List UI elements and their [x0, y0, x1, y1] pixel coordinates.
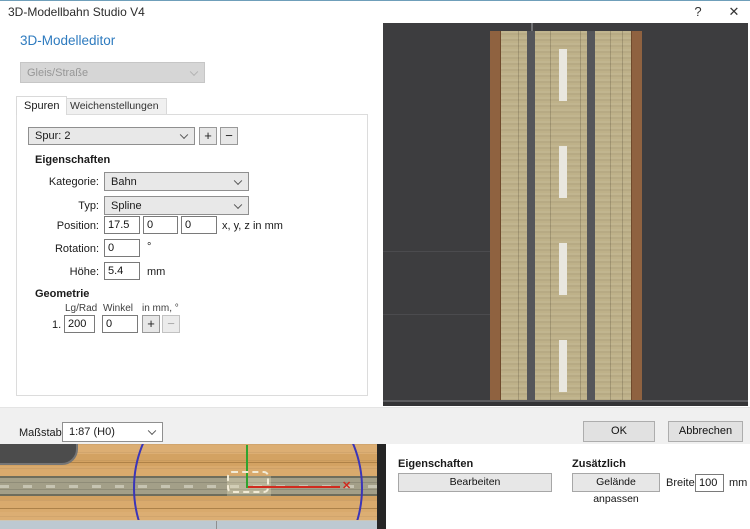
- road-texture-line: [518, 31, 519, 401]
- dark-object: [0, 444, 78, 465]
- preview-ground-line: [383, 400, 748, 402]
- zusaetzlich-heading: Zusätzlich: [572, 458, 626, 470]
- add-spur-button[interactable]: +: [199, 127, 217, 145]
- geometry-col-winkel: Winkel: [103, 303, 134, 314]
- chevron-down-icon: [233, 176, 243, 185]
- geometry-winkel-field[interactable]: [102, 315, 138, 333]
- preview-grid-line: [383, 314, 490, 315]
- hoehe-unit-label: mm: [147, 266, 166, 278]
- tab-weichenstellungen[interactable]: Weichenstellungen: [62, 98, 167, 114]
- remove-geometry-button: −: [162, 315, 180, 333]
- hoehe-field[interactable]: [104, 262, 140, 280]
- object-type-select: Gleis/Straße: [20, 62, 205, 83]
- layout-3d-scene[interactable]: ✕: [0, 444, 377, 529]
- breite-label: Breite:: [666, 477, 698, 489]
- chevron-down-icon: [233, 200, 243, 209]
- rotation-field[interactable]: [104, 239, 140, 257]
- geometry-row-index: 1.: [52, 319, 62, 331]
- model-preview-viewport[interactable]: [383, 23, 748, 406]
- road-groove: [527, 31, 535, 401]
- kategorie-value: Bahn: [111, 175, 137, 188]
- title-bar: 3D-Modellbahn Studio V4 ? ✕: [0, 1, 750, 23]
- viewport-edge: [377, 444, 386, 529]
- geometry-heading: Geometrie: [35, 288, 90, 300]
- window-title: 3D-Modellbahn Studio V4: [8, 5, 145, 19]
- road-texture-line: [622, 31, 623, 401]
- chevron-down-icon: [189, 67, 199, 76]
- ok-button[interactable]: OK: [583, 421, 655, 442]
- typ-select[interactable]: Spline: [104, 196, 249, 215]
- cancel-button[interactable]: Abbrechen: [668, 421, 743, 442]
- kategorie-select[interactable]: Bahn: [104, 172, 249, 191]
- gelaende-anpassen-button[interactable]: Gelände anpassen: [572, 473, 660, 505]
- spur-select-value: Spur: 2: [35, 130, 71, 142]
- massstab-select[interactable]: 1:87 (H0): [62, 422, 163, 442]
- road-model: [490, 31, 642, 401]
- massstab-label: Maßstab:: [19, 427, 65, 439]
- bottom-properties-panel: Eigenschaften Bearbeiten Zusätzlich Gelä…: [386, 444, 750, 529]
- remove-spur-button[interactable]: −: [220, 127, 238, 145]
- spur-select[interactable]: Spur: 2: [28, 127, 195, 145]
- position-x-field[interactable]: [104, 216, 140, 234]
- strip-divider-line: [216, 521, 217, 529]
- breite-unit-label: mm: [729, 477, 748, 489]
- road-texture-line: [610, 31, 611, 401]
- page-title: 3D-Modelleditor: [20, 33, 116, 48]
- chevron-down-icon: [147, 426, 157, 436]
- selection-brackets: [227, 471, 269, 493]
- baseboard-edge-strip: [0, 520, 377, 529]
- breite-field[interactable]: [695, 474, 724, 492]
- kategorie-label: Kategorie:: [48, 176, 99, 188]
- close-icon[interactable]: ✕: [720, 2, 748, 22]
- typ-value: Spline: [111, 199, 142, 212]
- preview-ground-edge: [383, 402, 748, 406]
- modeleditor-dialog: 3D-Modellbahn Studio V4 ? ✕ 3D-Modelledi…: [0, 0, 750, 529]
- position-z-field[interactable]: [181, 216, 217, 234]
- x-axis-marker-icon[interactable]: ✕: [342, 479, 351, 492]
- tab-spuren[interactable]: Spuren: [16, 96, 68, 115]
- rotation-unit-label: °: [147, 241, 152, 253]
- road-texture-line: [550, 31, 551, 401]
- road-texture-line: [580, 31, 581, 401]
- road-center-line: [559, 31, 567, 401]
- position-unit-label: x, y, z in mm: [222, 220, 283, 232]
- object-type-value: Gleis/Straße: [27, 66, 89, 79]
- eigenschaften-heading: Eigenschaften: [398, 458, 474, 470]
- properties-heading: Eigenschaften: [35, 154, 111, 166]
- bearbeiten-button[interactable]: Bearbeiten: [398, 473, 552, 492]
- dialog-footer: Maßstab: 1:87 (H0) OK Abbrechen: [0, 407, 750, 444]
- tab-weichenstellungen-label: Weichenstellungen: [70, 100, 159, 112]
- help-icon[interactable]: ?: [684, 2, 712, 22]
- typ-label: Typ:: [78, 200, 99, 212]
- hoehe-label: Höhe:: [69, 266, 99, 278]
- geometry-col-lgrad: Lg/Rad: [65, 303, 98, 314]
- road-edge-left: [490, 31, 501, 401]
- chevron-down-icon: [179, 130, 189, 140]
- position-y-field[interactable]: [143, 216, 178, 234]
- add-geometry-button[interactable]: +: [142, 315, 160, 333]
- preview-grid-line: [383, 251, 490, 252]
- massstab-value: 1:87 (H0): [69, 426, 115, 438]
- geometry-lgrad-field[interactable]: [64, 315, 95, 333]
- road-groove: [587, 31, 595, 401]
- geometry-col-unit: in mm, °: [142, 303, 179, 314]
- road-edge-right: [631, 31, 642, 401]
- tab-spuren-label: Spuren: [24, 100, 60, 112]
- rotation-label: Rotation:: [54, 243, 99, 255]
- position-label: Position:: [56, 220, 99, 232]
